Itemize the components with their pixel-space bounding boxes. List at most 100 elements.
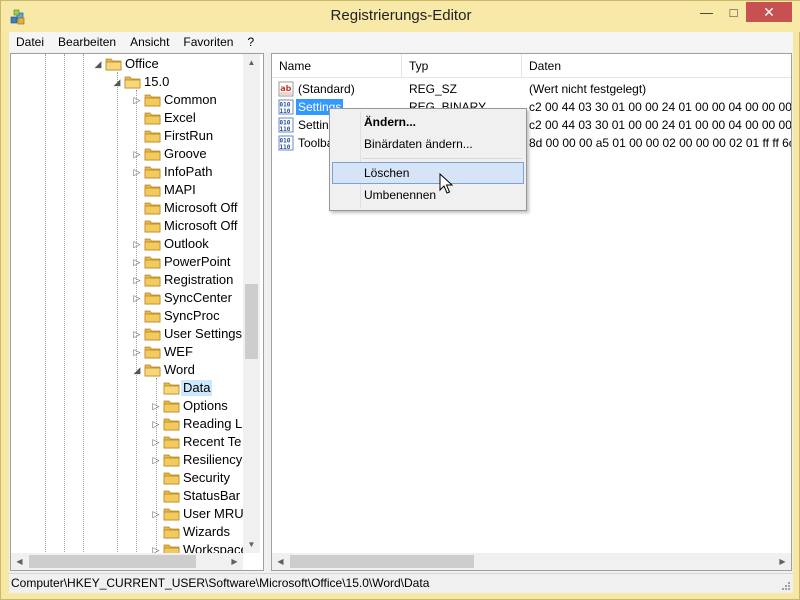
value-data: c2 00 44 03 30 01 00 00 24 01 00 00 04 0… xyxy=(529,100,792,114)
menu-bearbeiten[interactable]: Bearbeiten xyxy=(51,35,123,49)
tree-item[interactable]: ▷ Common xyxy=(11,91,243,109)
expand-arrow-icon[interactable] xyxy=(132,112,142,124)
maximize-button[interactable]: □ xyxy=(720,2,747,22)
scroll-up-icon[interactable]: ▲ xyxy=(243,54,260,71)
folder-icon xyxy=(163,382,180,395)
tree-item[interactable]: Security xyxy=(11,469,243,487)
menu-help[interactable]: ? xyxy=(240,35,261,49)
expand-arrow-icon[interactable]: ▷ xyxy=(151,508,161,520)
tree-item[interactable]: ▷ SyncCenter xyxy=(11,289,243,307)
menu-datei[interactable]: Datei xyxy=(9,35,51,49)
tree-item[interactable]: SyncProc xyxy=(11,307,243,325)
tree-item[interactable]: ▷ Outlook xyxy=(11,235,243,253)
key-tree[interactable]: ◢ Office ◢ 15.0 ▷ Common Excel FirstRun … xyxy=(10,53,264,571)
menu-favoriten[interactable]: Favoriten xyxy=(176,35,240,49)
expand-arrow-icon[interactable]: ▷ xyxy=(132,94,142,106)
scroll-thumb[interactable] xyxy=(29,555,196,568)
expand-arrow-icon[interactable]: ▷ xyxy=(132,292,142,304)
tree-item[interactable]: Microsoft Off xyxy=(11,199,243,217)
expand-arrow-icon[interactable] xyxy=(132,130,142,142)
tree-item[interactable]: Wizards xyxy=(11,523,243,541)
expand-arrow-icon[interactable] xyxy=(151,526,161,538)
tree-item-label: Excel xyxy=(164,110,196,125)
tree-vertical-scrollbar[interactable]: ▲ ▼ xyxy=(243,54,260,553)
tree-item[interactable]: Excel xyxy=(11,109,243,127)
status-bar: Computer\HKEY_CURRENT_USER\Software\Micr… xyxy=(9,573,793,593)
list-row[interactable]: ab (Standard) REG_SZ (Wert nicht festgel… xyxy=(272,80,791,98)
scroll-left-icon[interactable]: ◀ xyxy=(11,553,28,570)
expand-arrow-icon[interactable] xyxy=(132,220,142,232)
expand-arrow-icon[interactable]: ▷ xyxy=(132,346,142,358)
folder-icon xyxy=(105,58,122,71)
expand-arrow-icon[interactable] xyxy=(132,202,142,214)
tree-item-label: Resiliency xyxy=(183,452,243,467)
tree-item-label: StatusBar xyxy=(183,488,241,503)
column-header-name[interactable]: Name xyxy=(272,54,402,78)
tree-item[interactable]: ▷ Reading L xyxy=(11,415,243,433)
tree-item[interactable]: ◢ Office xyxy=(11,55,243,73)
tree-item[interactable]: ▷ User Settings xyxy=(11,325,243,343)
tree-horizontal-scrollbar[interactable]: ◀ ▶ xyxy=(11,553,243,570)
folder-icon xyxy=(144,364,161,377)
collapse-arrow-icon[interactable]: ◢ xyxy=(112,76,122,88)
column-header-type[interactable]: Typ xyxy=(402,54,522,78)
expand-arrow-icon[interactable]: ▷ xyxy=(151,400,161,412)
expand-arrow-icon[interactable]: ▷ xyxy=(132,256,142,268)
tree-item[interactable]: ▷ InfoPath xyxy=(11,163,243,181)
expand-arrow-icon[interactable] xyxy=(151,490,161,502)
scroll-thumb[interactable] xyxy=(245,284,258,359)
tree-item[interactable]: ▷ Recent Te xyxy=(11,433,243,451)
tree-item[interactable]: MAPI xyxy=(11,181,243,199)
menu-ansicht[interactable]: Ansicht xyxy=(123,35,176,49)
tree-item[interactable]: ▷ Resiliency xyxy=(11,451,243,469)
tree-item[interactable]: Data xyxy=(11,379,243,397)
collapse-arrow-icon[interactable]: ◢ xyxy=(93,58,103,70)
expand-arrow-icon[interactable]: ▷ xyxy=(132,148,142,160)
tree-item[interactable]: ▷ Options xyxy=(11,397,243,415)
tree-item[interactable]: FirstRun xyxy=(11,127,243,145)
expand-arrow-icon[interactable]: ▷ xyxy=(132,274,142,286)
scroll-right-icon[interactable]: ▶ xyxy=(774,553,791,570)
tree-item[interactable]: ◢ 15.0 xyxy=(11,73,243,91)
scroll-down-icon[interactable]: ▼ xyxy=(243,536,260,553)
tree-item[interactable]: ▷ Registration xyxy=(11,271,243,289)
menu-item-modify-binary[interactable]: Binärdaten ändern... xyxy=(332,133,524,155)
menu-item-modify[interactable]: Ändern... xyxy=(332,111,524,133)
expand-arrow-icon[interactable]: ▷ xyxy=(132,166,142,178)
expand-arrow-icon[interactable]: ▷ xyxy=(151,436,161,448)
collapse-arrow-icon[interactable]: ◢ xyxy=(132,364,142,376)
tree-item[interactable]: ▷ Groove xyxy=(11,145,243,163)
expand-arrow-icon[interactable] xyxy=(132,310,142,322)
folder-icon xyxy=(163,526,180,539)
close-button[interactable]: ✕ xyxy=(746,2,792,22)
tree-item[interactable]: StatusBar xyxy=(11,487,243,505)
binary-value-icon: 010 110 xyxy=(278,117,294,133)
expand-arrow-icon[interactable]: ▷ xyxy=(151,418,161,430)
expand-arrow-icon[interactable]: ▷ xyxy=(132,328,142,340)
folder-icon xyxy=(144,328,161,341)
menu-item-rename[interactable]: Umbenennen xyxy=(332,184,524,206)
title-bar[interactable]: Registrierungs-Editor — □ ✕ xyxy=(1,1,800,32)
tree-item[interactable]: ◢ Word xyxy=(11,361,243,379)
menu-item-delete[interactable]: Löschen xyxy=(332,162,524,184)
column-header-data[interactable]: Daten xyxy=(522,54,791,78)
scroll-left-icon[interactable]: ◀ xyxy=(272,553,289,570)
tree-item-label: Office xyxy=(125,56,159,71)
list-horizontal-scrollbar[interactable]: ◀ ▶ xyxy=(272,553,791,570)
tree-item[interactable]: ▷ User MRU xyxy=(11,505,243,523)
scroll-thumb[interactable] xyxy=(290,555,474,568)
scroll-right-icon[interactable]: ▶ xyxy=(226,553,243,570)
tree-item[interactable]: ▷ PowerPoint xyxy=(11,253,243,271)
expand-arrow-icon[interactable]: ▷ xyxy=(132,238,142,250)
expand-arrow-icon[interactable] xyxy=(151,472,161,484)
tree-item-label: 15.0 xyxy=(144,74,170,89)
resize-grip-icon[interactable] xyxy=(779,579,791,591)
mouse-pointer-icon xyxy=(439,173,453,194)
folder-icon xyxy=(163,418,180,431)
expand-arrow-icon[interactable]: ▷ xyxy=(151,454,161,466)
expand-arrow-icon[interactable] xyxy=(132,184,142,196)
tree-item[interactable]: Microsoft Off xyxy=(11,217,243,235)
expand-arrow-icon[interactable] xyxy=(151,382,161,394)
tree-item[interactable]: ▷ WEF xyxy=(11,343,243,361)
minimize-button[interactable]: — xyxy=(693,2,720,22)
